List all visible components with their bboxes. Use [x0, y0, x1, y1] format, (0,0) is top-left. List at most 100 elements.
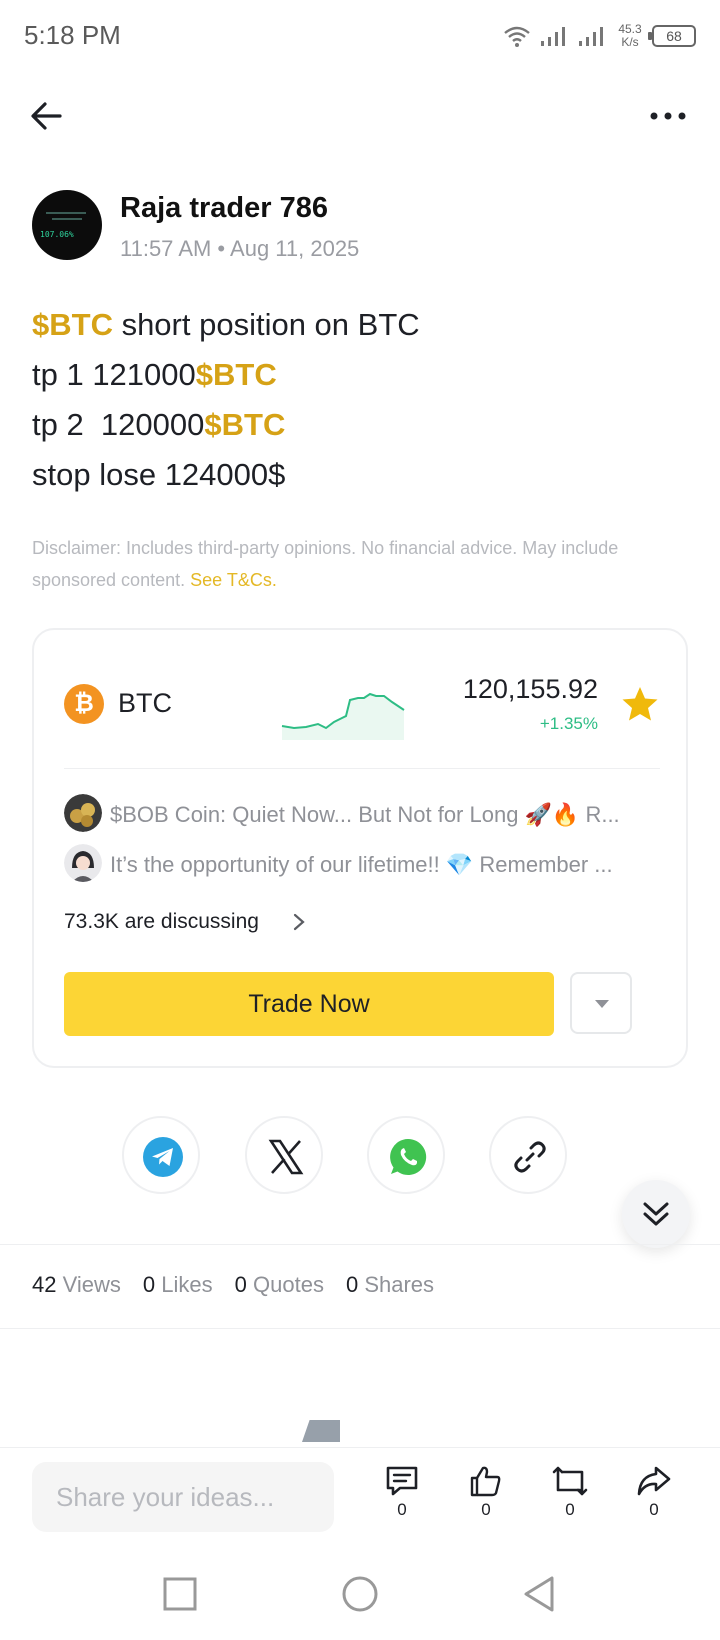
- bottom-action-bar: 0 0 0 0: [0, 1448, 720, 1548]
- avatar-text: 107.06%: [40, 230, 74, 239]
- discussion-avatar: [64, 794, 102, 832]
- favorite-button[interactable]: [620, 684, 660, 724]
- trade-dropdown-button[interactable]: [570, 972, 632, 1034]
- discussing-count-link[interactable]: 73.3K are discussing: [64, 910, 259, 934]
- shares-stat[interactable]: 0 Shares: [346, 1272, 434, 1298]
- status-bar: 5:18 PM 45.3 K/s 68: [0, 0, 720, 72]
- bitcoin-icon: ₿: [64, 684, 104, 724]
- cashtag-link[interactable]: $BTC: [196, 357, 277, 392]
- post-stats: 42 Views 0 Likes 0 Quotes 0 Shares: [32, 1272, 434, 1298]
- system-navigation-bar: [0, 1548, 720, 1640]
- discussion-text: $BOB Coin: Quiet Now... But Not for Long…: [110, 802, 620, 827]
- comment-count: 0: [397, 1500, 407, 1519]
- author-header: 107.06% Raja trader 786 11:57 AM • Aug 1…: [32, 190, 692, 262]
- share-button[interactable]: 0: [627, 1464, 681, 1534]
- link-icon: [514, 1141, 546, 1173]
- more-dots-icon: [650, 112, 686, 120]
- trade-now-button[interactable]: Trade Now: [64, 972, 554, 1036]
- recent-apps-button[interactable]: [158, 1572, 202, 1616]
- coin-card: ₿ BTC 120,155.92 +1.35% $BOB Coin: Quiet…: [32, 628, 688, 1068]
- quotes-count: 0: [234, 1272, 247, 1297]
- thumbs-up-icon: [470, 1466, 501, 1497]
- avatar-graphic: [52, 218, 82, 220]
- views-count: 42: [32, 1272, 57, 1297]
- triangle-back-icon: [524, 1576, 554, 1612]
- price-sparkline: [281, 692, 405, 740]
- coin-change: +1.35%: [539, 714, 598, 733]
- post-text: short position on BTC: [112, 307, 420, 342]
- disclaimer-text: Disclaimer: Includes third-party opinion…: [32, 538, 619, 590]
- coin-price: 120,155.92: [462, 674, 598, 704]
- post-line: stop lose 124000$: [32, 450, 692, 500]
- post-content: $BTC short position on BTC tp 1 121000$B…: [32, 300, 692, 500]
- comment-icon: [386, 1466, 418, 1496]
- arrow-left-icon: [31, 102, 62, 130]
- avatar-graphic: [46, 212, 86, 214]
- system-back-button[interactable]: [518, 1572, 562, 1616]
- likes-count: 0: [142, 1272, 156, 1297]
- repost-button[interactable]: 0: [543, 1464, 597, 1534]
- post-text: tp 2 120000: [32, 407, 205, 442]
- back-button[interactable]: [26, 96, 70, 136]
- card-divider: [64, 768, 660, 769]
- signal-icon-2: [579, 27, 603, 46]
- coin-name: BTC: [118, 688, 172, 718]
- coin-row[interactable]: ₿ BTC 120,155.92 +1.35%: [64, 670, 660, 740]
- likes-stat[interactable]: 0 Likes: [143, 1272, 213, 1298]
- share-whatsapp-button[interactable]: [367, 1116, 445, 1194]
- image-fragment: [302, 1420, 340, 1442]
- quotes-stat[interactable]: 0 Quotes: [235, 1272, 324, 1298]
- signal-icon: [541, 27, 565, 46]
- top-nav: [0, 80, 720, 152]
- copy-link-button[interactable]: [489, 1116, 567, 1194]
- shares-label: Shares: [364, 1272, 435, 1297]
- share-x-button[interactable]: [245, 1116, 323, 1194]
- discussion-item[interactable]: $BOB Coin: Quiet Now... But Not for Long…: [64, 794, 660, 834]
- quotes-label: Quotes: [253, 1272, 324, 1297]
- like-count: 0: [481, 1500, 491, 1519]
- disclaimer: Disclaimer: Includes third-party opinion…: [32, 532, 692, 596]
- discussion-item[interactable]: It’s the opportunity of our lifetime!! 💎…: [64, 844, 660, 884]
- cashtag-link[interactable]: $BTC: [204, 407, 285, 442]
- terms-link[interactable]: See T&Cs.: [190, 570, 277, 590]
- circle-icon: [342, 1576, 378, 1612]
- square-icon: [163, 1577, 197, 1611]
- share-telegram-button[interactable]: [122, 1116, 200, 1194]
- post-line: $BTC short position on BTC: [32, 300, 692, 350]
- battery-icon: 68: [648, 25, 696, 47]
- section-divider: [0, 1328, 720, 1329]
- home-button[interactable]: [338, 1572, 382, 1616]
- post-text: tp 1 121000: [32, 357, 196, 392]
- wifi-icon: [504, 26, 530, 47]
- status-time: 5:18 PM: [24, 20, 121, 50]
- cashtag-link[interactable]: $BTC: [32, 307, 113, 342]
- more-options-button[interactable]: [646, 96, 690, 136]
- star-icon: [622, 687, 658, 721]
- post-line: tp 1 121000$BTC: [32, 350, 692, 400]
- chevron-right-icon[interactable]: [288, 910, 310, 934]
- net-speed-unit: K/s: [621, 35, 639, 49]
- post-text: stop lose 124000$: [32, 457, 286, 492]
- comment-button[interactable]: 0: [375, 1464, 429, 1534]
- scroll-down-button[interactable]: [622, 1180, 690, 1248]
- share-arrow-icon: [637, 1466, 671, 1496]
- share-count: 0: [649, 1500, 659, 1519]
- share-row: [0, 1116, 720, 1196]
- post-timestamp: 11:57 AM • Aug 11, 2025: [120, 236, 360, 261]
- share-ideas-input[interactable]: [32, 1462, 334, 1532]
- net-speed: 45.3 K/s: [616, 23, 644, 49]
- avatar[interactable]: 107.06%: [32, 190, 102, 260]
- coins-avatar-icon: [64, 794, 102, 832]
- views-label: Views: [62, 1272, 121, 1297]
- likes-label: Likes: [161, 1272, 213, 1297]
- whatsapp-icon: [390, 1138, 427, 1175]
- views-stat: 42 Views: [32, 1272, 121, 1298]
- discussion-text: It’s the opportunity of our lifetime!! 💎…: [110, 852, 613, 877]
- double-chevron-down-icon: [643, 1202, 669, 1226]
- post-line: tp 2 120000$BTC: [32, 400, 692, 450]
- section-divider: [0, 1244, 720, 1245]
- author-name[interactable]: Raja trader 786: [120, 192, 328, 225]
- shares-count: 0: [345, 1272, 359, 1297]
- like-button[interactable]: 0: [459, 1464, 513, 1534]
- repost-count: 0: [565, 1500, 575, 1519]
